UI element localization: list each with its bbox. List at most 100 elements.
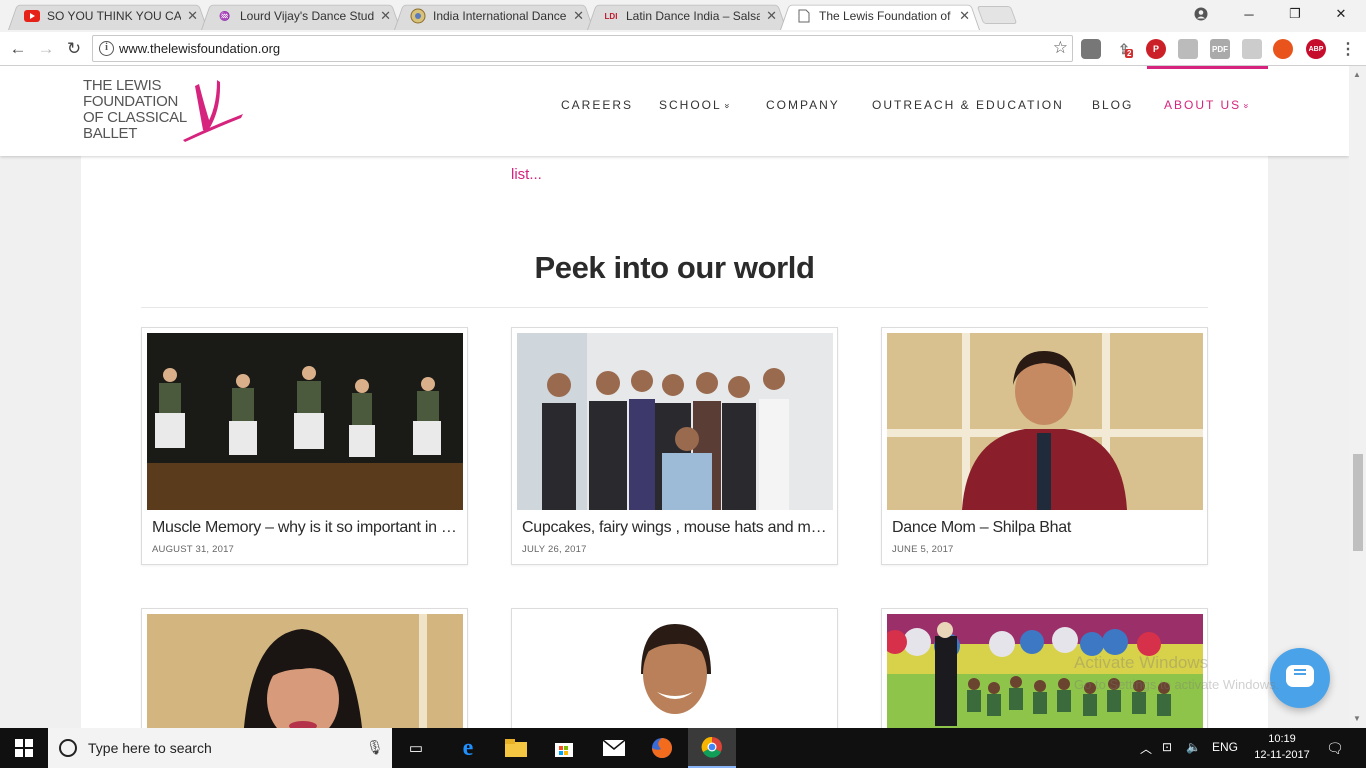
post-image-ballet-stage[interactable]: [147, 333, 463, 510]
nav-label: SCHOOL: [659, 98, 722, 112]
share-icon[interactable]: ⇪ 2: [1114, 39, 1134, 59]
language-indicator[interactable]: ENG: [1212, 740, 1238, 754]
chat-bubble-icon: [1286, 665, 1314, 687]
search-placeholder: Type here to search: [88, 740, 212, 756]
microphone-icon[interactable]: 🎙: [366, 739, 384, 756]
taskbar-clock[interactable]: 10:19 12-11-2017: [1252, 731, 1312, 763]
nav-school[interactable]: SCHOOL»: [659, 98, 733, 112]
post-image-portrait[interactable]: [887, 333, 1203, 510]
scrollbar-thumb[interactable]: [1353, 454, 1363, 551]
clock-time: 10:19: [1268, 733, 1296, 745]
close-tab-icon[interactable]: ✕: [187, 8, 198, 24]
pinterest-icon[interactable]: P: [1146, 39, 1166, 59]
address-bar[interactable]: i www.thelewisfoundation.org ☆: [92, 35, 1073, 62]
tab-title: Lourd Vijay's Dance Stud: [240, 9, 375, 23]
tab-youtube[interactable]: SO YOU THINK YOU CAN ✕: [8, 2, 208, 30]
post-card[interactable]: Dance Mom – Shilpa Bhat JUNE 5, 2017: [881, 327, 1208, 565]
chevron-down-icon: »: [722, 103, 733, 109]
qr-icon[interactable]: [1242, 39, 1262, 59]
close-tab-icon[interactable]: ✕: [573, 8, 584, 24]
bookmark-star-icon[interactable]: ☆: [1053, 38, 1068, 58]
activation-watermark: Activate Windows Go to Settings to activ…: [1074, 652, 1279, 696]
post-card[interactable]: Cupcakes, fairy wings , mouse hats and m…: [511, 327, 838, 565]
youtube-icon: [24, 8, 40, 24]
url-text[interactable]: www.thelewisfoundation.org: [119, 41, 280, 56]
site-logo[interactable]: THE LEWIS FOUNDATION OF CLASSICAL BALLET: [83, 78, 253, 142]
post-card[interactable]: [141, 608, 468, 728]
nav-outreach-education[interactable]: OUTREACH & EDUCATION: [872, 98, 1064, 112]
forward-icon[interactable]: →: [34, 37, 58, 61]
tab-lourd-vijay[interactable]: ♒ Lourd Vijay's Dance Stud ✕: [201, 2, 401, 30]
taskbar-search-box[interactable]: Type here to search 🎙: [48, 728, 392, 768]
scroll-up-icon[interactable]: ▲: [1353, 70, 1361, 79]
ballerina-swoosh-icon: [183, 80, 243, 142]
store-icon[interactable]: [540, 728, 588, 768]
minimize-icon[interactable]: ─: [1226, 0, 1272, 28]
clock-date: 12-11-2017: [1254, 749, 1310, 761]
logo-line: OF CLASSICAL: [83, 109, 187, 126]
profile-icon[interactable]: [1178, 0, 1224, 28]
post-image-girl[interactable]: [517, 614, 833, 728]
post-title[interactable]: Muscle Memory – why is it so important i…: [152, 519, 460, 537]
nav-label: ABOUT US: [1164, 98, 1242, 112]
start-button[interactable]: [0, 728, 48, 768]
new-tab-button[interactable]: [976, 6, 1018, 24]
show-hidden-icons-icon[interactable]: ︿: [1140, 740, 1152, 757]
nav-about-us[interactable]: ABOUT US»: [1164, 98, 1252, 112]
globe-seal-icon: [410, 8, 426, 24]
briefcase-icon[interactable]: [1081, 39, 1101, 59]
back-icon[interactable]: ←: [6, 37, 30, 61]
chrome-icon[interactable]: [688, 728, 736, 768]
edge-icon[interactable]: e: [444, 728, 492, 768]
section-title: Peek into our world: [534, 250, 815, 285]
nav-label: CAREERS: [561, 98, 634, 112]
close-tab-icon[interactable]: ✕: [959, 8, 970, 24]
scroll-down-icon[interactable]: ▼: [1353, 714, 1361, 723]
pdf-icon[interactable]: PDF: [1210, 39, 1230, 59]
network-icon[interactable]: ⊡: [1162, 740, 1172, 754]
menu-icon[interactable]: ⋮: [1338, 39, 1358, 59]
browser-toolbar: ← → ↻ i www.thelewisfoundation.org ☆ ⇪ 2 …: [0, 32, 1366, 66]
post-card[interactable]: Muscle Memory – why is it so important i…: [141, 327, 468, 565]
post-date: JULY 26, 2017: [522, 544, 587, 555]
windows-taskbar: Type here to search 🎙 ▭ e ︿ ⊡ 🔈 ENG 10:1…: [0, 728, 1366, 768]
tab-india-international[interactable]: India International Dance ✕: [394, 2, 594, 30]
post-card[interactable]: [511, 608, 838, 728]
mail-icon[interactable]: [590, 728, 638, 768]
nav-company[interactable]: COMPANY: [766, 98, 840, 112]
flame-icon[interactable]: [1273, 39, 1293, 59]
tab-latin-dance[interactable]: LDI Latin Dance India – Salsa ✕: [587, 2, 787, 30]
tab-lewis-foundation[interactable]: The Lewis Foundation of ✕: [780, 2, 980, 30]
nav-careers[interactable]: CAREERS: [561, 98, 633, 112]
action-center-icon[interactable]: 🗨: [1326, 740, 1344, 757]
active-nav-indicator: [1147, 66, 1268, 69]
divider: [141, 307, 1208, 308]
tab-title: India International Dance: [433, 9, 567, 23]
firefox-icon[interactable]: [638, 728, 686, 768]
volume-icon[interactable]: 🔈: [1186, 740, 1201, 754]
task-view-icon[interactable]: ▭: [392, 728, 440, 768]
file-explorer-icon[interactable]: [492, 728, 540, 768]
nav-blog[interactable]: BLOG: [1092, 98, 1133, 112]
post-image-group[interactable]: [517, 333, 833, 510]
reload-icon[interactable]: ↻: [62, 37, 86, 61]
post-title[interactable]: Cupcakes, fairy wings , mouse hats and m…: [522, 519, 830, 537]
post-image-portrait-2[interactable]: [147, 614, 463, 728]
close-window-icon[interactable]: ✕: [1318, 0, 1364, 28]
adblock-icon[interactable]: ABP: [1306, 39, 1326, 59]
logo-line: FOUNDATION: [83, 93, 179, 110]
site-info-icon[interactable]: i: [99, 41, 114, 56]
post-title[interactable]: Dance Mom – Shilpa Bhat: [892, 519, 1200, 537]
browser-tab-strip: SO YOU THINK YOU CAN ✕ ♒ Lourd Vijay's D…: [0, 0, 1366, 32]
page-icon: [796, 8, 812, 24]
windows-logo-icon: [15, 739, 33, 757]
page-scrollbar[interactable]: ▲ ▼: [1349, 66, 1366, 728]
read-more-link[interactable]: list...: [511, 166, 542, 183]
pdf-label: PDF: [1212, 44, 1228, 54]
logo-line: BALLET: [83, 125, 138, 142]
close-tab-icon[interactable]: ✕: [380, 8, 391, 24]
page-viewport: list... Peek into our world Muscle Memor…: [0, 66, 1349, 728]
close-tab-icon[interactable]: ✕: [766, 8, 777, 24]
acrobat-icon[interactable]: [1178, 39, 1198, 59]
restore-icon[interactable]: ❐: [1272, 0, 1318, 28]
